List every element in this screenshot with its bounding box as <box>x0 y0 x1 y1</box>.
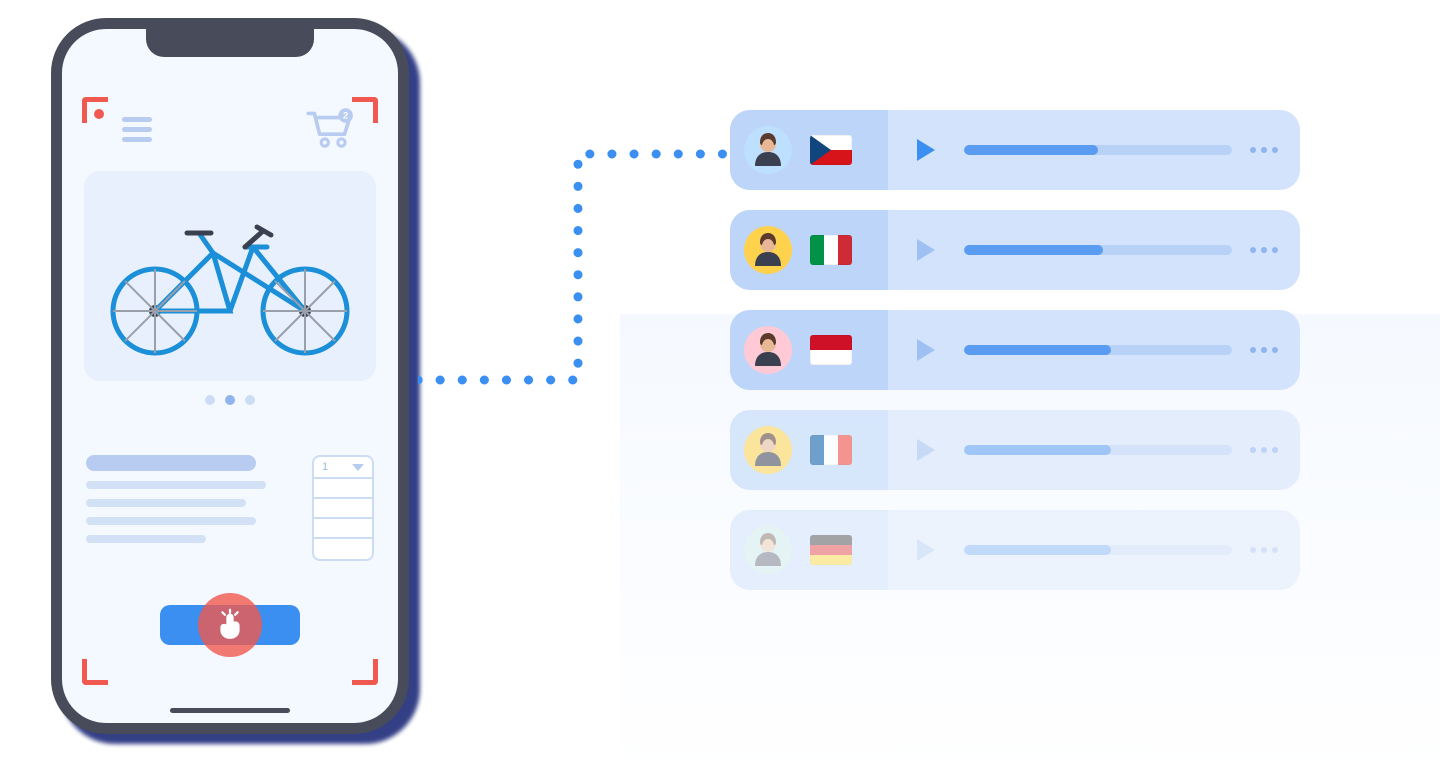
flag-icon <box>810 235 852 265</box>
home-indicator <box>170 708 290 713</box>
more-icon[interactable] <box>1250 447 1278 453</box>
more-icon[interactable] <box>1250 147 1278 153</box>
pager-dot[interactable] <box>225 395 235 405</box>
play-button[interactable] <box>906 538 946 562</box>
playback-progress[interactable] <box>964 245 1232 255</box>
image-pager[interactable] <box>62 395 398 405</box>
record-bracket <box>82 659 108 685</box>
bicycle-icon <box>95 191 365 361</box>
avatar <box>744 326 792 374</box>
product-image-card[interactable] <box>84 171 376 381</box>
play-button[interactable] <box>906 138 946 162</box>
tester-list <box>730 110 1300 590</box>
avatar <box>744 426 792 474</box>
quantity-value: 1 <box>322 461 328 473</box>
tap-indicator-icon <box>198 593 262 657</box>
tester-card[interactable] <box>730 510 1300 590</box>
cart-badge: 2 <box>343 111 348 121</box>
record-bracket <box>352 659 378 685</box>
flag-icon <box>810 335 852 365</box>
playback-progress[interactable] <box>964 545 1232 555</box>
phone-mockup: 2 <box>51 18 409 734</box>
flag-icon <box>810 135 852 165</box>
playback-progress[interactable] <box>964 345 1232 355</box>
flag-icon <box>810 435 852 465</box>
tester-identity <box>730 310 888 390</box>
chevron-down-icon <box>352 464 364 471</box>
play-button[interactable] <box>906 238 946 262</box>
avatar <box>744 226 792 274</box>
tester-card[interactable] <box>730 310 1300 390</box>
tester-card[interactable] <box>730 110 1300 190</box>
tester-card[interactable] <box>730 410 1300 490</box>
tester-identity <box>730 410 888 490</box>
phone-header: 2 <box>62 99 398 159</box>
phone-notch <box>146 29 314 57</box>
avatar <box>744 126 792 174</box>
tester-identity <box>730 110 888 190</box>
tester-identity <box>730 210 888 290</box>
flag-icon <box>810 535 852 565</box>
playback-progress[interactable] <box>964 145 1232 155</box>
more-icon[interactable] <box>1250 347 1278 353</box>
more-icon[interactable] <box>1250 247 1278 253</box>
product-title-placeholder <box>86 455 256 471</box>
quantity-select[interactable]: 1 <box>312 455 374 561</box>
tester-identity <box>730 510 888 590</box>
menu-icon[interactable] <box>122 117 152 142</box>
cart-icon[interactable]: 2 <box>304 107 356 151</box>
avatar <box>744 526 792 574</box>
play-button[interactable] <box>906 338 946 362</box>
tester-card[interactable] <box>730 210 1300 290</box>
more-icon[interactable] <box>1250 547 1278 553</box>
product-description <box>86 455 276 543</box>
pager-dot[interactable] <box>205 395 215 405</box>
playback-progress[interactable] <box>964 445 1232 455</box>
play-button[interactable] <box>906 438 946 462</box>
pager-dot[interactable] <box>245 395 255 405</box>
